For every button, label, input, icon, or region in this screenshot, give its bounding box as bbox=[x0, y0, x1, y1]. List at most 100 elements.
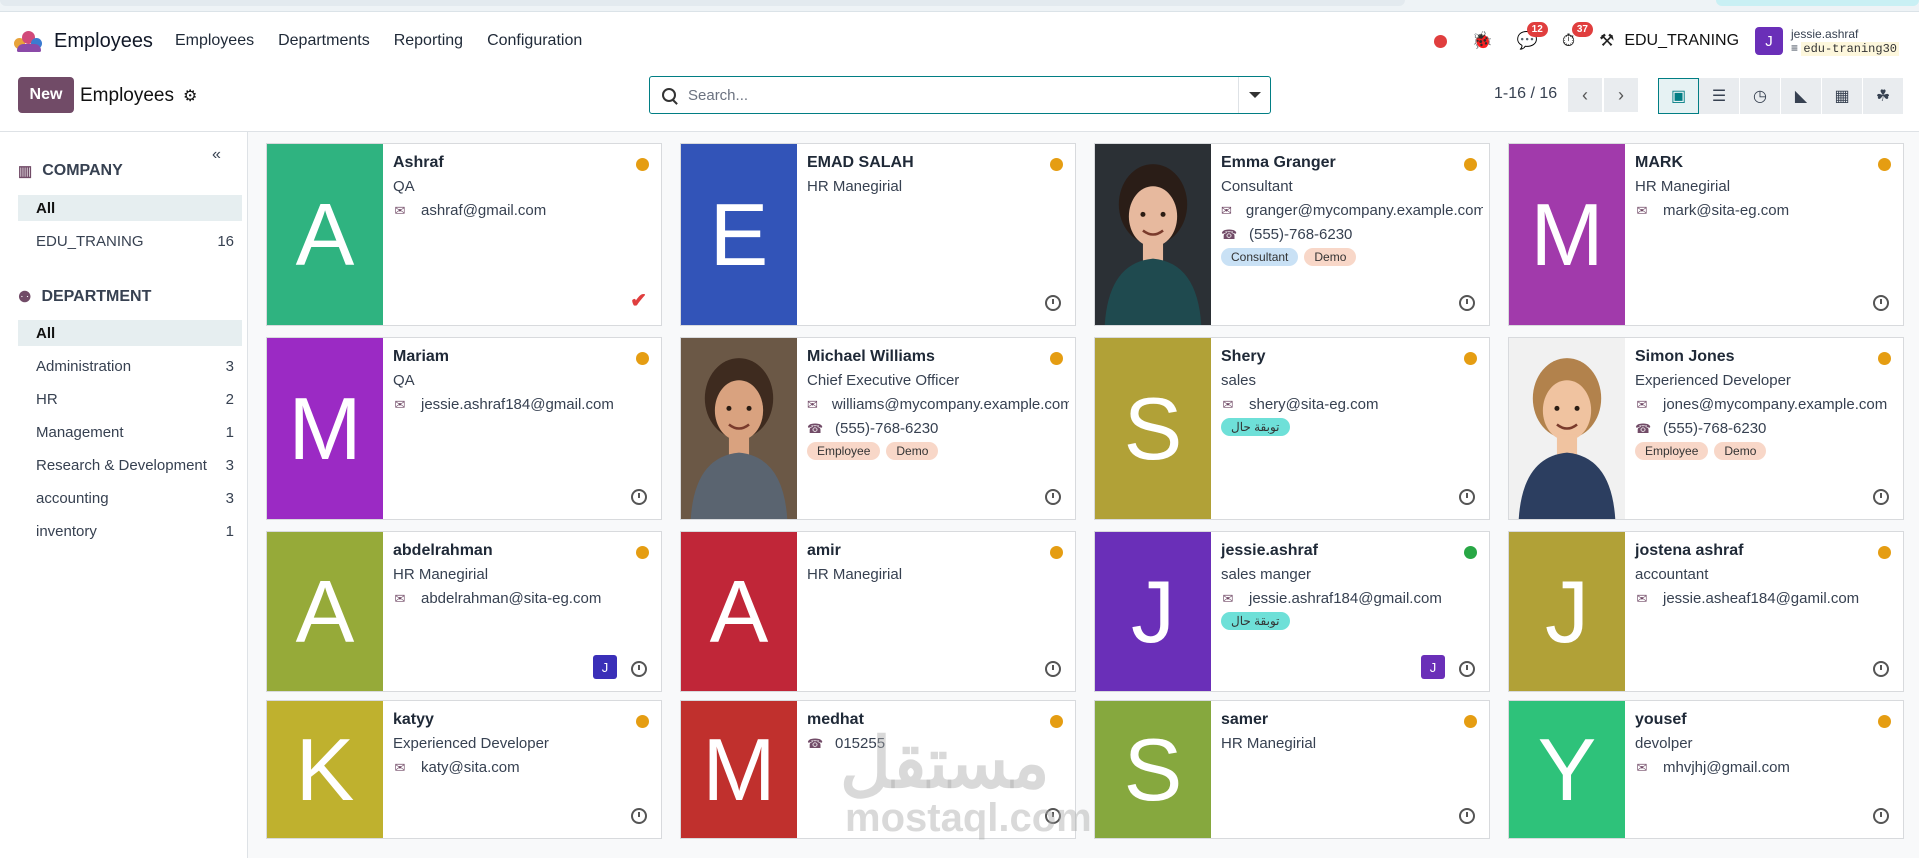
app-brand[interactable]: Employees bbox=[14, 30, 153, 53]
search-input[interactable]: Search... bbox=[688, 87, 748, 104]
employee-card[interactable]: S Shery sales ✉ shery@sita-eg.com توبقة حال bbox=[1094, 337, 1490, 520]
employee-card[interactable]: M MARK HR Manegirial ✉ mark@sita-eg.com bbox=[1508, 143, 1904, 326]
activity-clock-icon[interactable] bbox=[1873, 808, 1889, 824]
company-header: ▥ COMPANY bbox=[18, 162, 123, 180]
activity-clock-icon[interactable] bbox=[1045, 661, 1061, 677]
employee-card[interactable]: A Ashraf QA ✉ ashraf@gmail.com ✔ bbox=[266, 143, 662, 326]
employee-name: jessie.ashraf bbox=[1221, 542, 1318, 559]
employee-tag[interactable]: Employee bbox=[807, 442, 881, 460]
employee-avatar: M bbox=[1509, 144, 1625, 325]
envelope-icon: ✉ bbox=[394, 202, 406, 218]
employee-tag[interactable]: Demo bbox=[886, 442, 939, 460]
department-filter-item[interactable]: Administration 3 bbox=[18, 353, 242, 379]
activity-clock-icon[interactable] bbox=[1873, 295, 1889, 311]
search-panel: « ▥ COMPANY All EDU_TRANING 16 ⚉ DEPARTMEN… bbox=[0, 132, 248, 858]
employee-job: Chief Executive Officer bbox=[807, 372, 960, 389]
department-filter-item[interactable]: HR 2 bbox=[18, 386, 242, 412]
check-icon: ✔ bbox=[630, 290, 647, 312]
department-filter-item[interactable]: All bbox=[18, 320, 242, 346]
pager-previous-button[interactable]: ‹ bbox=[1568, 78, 1602, 112]
employee-card[interactable]: Jjessie.ashraf sales manger ✉ jessie.ashraf… bbox=[1094, 531, 1490, 692]
employee-tag[interactable]: Employee bbox=[1635, 442, 1709, 460]
employee-photo bbox=[1095, 144, 1211, 325]
gear-icon[interactable]: ⚙ bbox=[183, 86, 197, 106]
envelope-icon: ✉ bbox=[1636, 396, 1648, 412]
avatar-initial: A bbox=[295, 184, 355, 284]
employee-tag[interactable]: Consultant bbox=[1221, 248, 1299, 266]
bug-icon[interactable]: 🐞 bbox=[1471, 31, 1492, 51]
pager-value[interactable]: 1-16 / 16 bbox=[1494, 85, 1557, 103]
company-filter-item[interactable]: EDU_TRANING 16 bbox=[18, 228, 242, 254]
phone-icon: ☎ bbox=[807, 735, 824, 751]
activity-clock-icon[interactable] bbox=[1459, 808, 1475, 824]
employee-card[interactable]: Yyousef devolper ✉ mhvjhj@gmail.com bbox=[1508, 700, 1904, 839]
menu-configuration[interactable]: Configuration bbox=[487, 32, 582, 50]
employee-tag[interactable]: Demo bbox=[1304, 248, 1357, 266]
employee-card[interactable]: Jjostena ashraf accountant ✉ jessie.asheaf1… bbox=[1508, 531, 1904, 692]
department-filter-label: HR bbox=[36, 390, 58, 408]
menu-reporting[interactable]: Reporting bbox=[394, 32, 463, 50]
search-options-toggle[interactable] bbox=[1238, 77, 1270, 113]
employee-email-line: ✉ ashraf@gmail.com bbox=[393, 202, 655, 219]
activity-button[interactable]: ⏱ 37 bbox=[1562, 22, 1593, 51]
menu-employees[interactable]: Employees bbox=[175, 32, 254, 50]
employee-tag[interactable]: توبقة حال bbox=[1221, 612, 1290, 630]
employee-card[interactable]: Aamir HR Manegirial bbox=[680, 531, 1076, 692]
envelope-icon: ✉ bbox=[394, 396, 406, 412]
employee-card[interactable]: Michael Williams Chief Executive Officer ✉… bbox=[680, 337, 1076, 520]
chat-badge: 12 bbox=[1526, 22, 1548, 37]
employee-job: Consultant bbox=[1221, 178, 1293, 195]
activity-clock-icon[interactable] bbox=[1459, 295, 1475, 311]
employee-card[interactable]: E EMAD SALAH HR Manegirial bbox=[680, 143, 1076, 326]
employee-phone-line: ☎ (555)-768-6230 bbox=[1221, 226, 1483, 243]
pivot-view-button[interactable]: ▦ bbox=[1822, 78, 1863, 114]
employee-job: accountant bbox=[1635, 566, 1709, 583]
employee-tag[interactable]: توبقة حال bbox=[1221, 418, 1290, 436]
employee-name: katyy bbox=[393, 711, 434, 728]
activity-clock-icon[interactable] bbox=[1045, 295, 1061, 311]
employee-tag[interactable]: Demo bbox=[1714, 442, 1767, 460]
collapse-sidebar-icon[interactable]: « bbox=[212, 146, 221, 164]
employee-card[interactable]: Ssamer HR Manegirial bbox=[1094, 700, 1490, 839]
avatar-initial: M bbox=[702, 719, 776, 819]
search-bar[interactable]: Search... bbox=[649, 76, 1271, 114]
graph-view-button[interactable]: ◣ bbox=[1781, 78, 1822, 114]
activity-view-button[interactable]: ◷ bbox=[1740, 78, 1781, 114]
activity-clock-icon[interactable] bbox=[631, 489, 647, 505]
pager-next-button[interactable]: › bbox=[1604, 78, 1638, 112]
activity-clock-icon[interactable] bbox=[1873, 661, 1889, 677]
department-filter-item[interactable]: Management 1 bbox=[18, 419, 242, 445]
department-filter-item[interactable]: Research & Development 3 bbox=[18, 452, 242, 478]
activity-clock-icon[interactable] bbox=[631, 661, 647, 677]
activity-clock-icon[interactable] bbox=[1873, 489, 1889, 505]
department-filter-count: 3 bbox=[225, 489, 234, 507]
new-button[interactable]: New bbox=[18, 77, 74, 113]
department-filter-item[interactable]: inventory 1 bbox=[18, 518, 242, 544]
user-menu[interactable]: jessie.ashraf ≡ edu-traning30 bbox=[1791, 27, 1899, 56]
envelope-icon: ✉ bbox=[1636, 202, 1648, 218]
employee-job: sales manger bbox=[1221, 566, 1312, 583]
employee-card[interactable]: Emma Granger Consultant ✉ granger@mycompany… bbox=[1094, 143, 1490, 326]
employee-email: williams@mycompany.example.com bbox=[831, 396, 1069, 413]
list-view-button[interactable]: ☰ bbox=[1699, 78, 1740, 114]
employee-card[interactable]: M Mariam QA ✉ jessie.ashraf184@gmail.com bbox=[266, 337, 662, 520]
chat-button[interactable]: 💬 12 bbox=[1517, 22, 1548, 51]
employee-name: Simon Jones bbox=[1635, 348, 1735, 365]
activity-clock-icon[interactable] bbox=[631, 808, 647, 824]
activity-clock-icon[interactable] bbox=[1045, 489, 1061, 505]
employee-email: abdelrahman@sita-eg.com bbox=[421, 590, 602, 607]
company-switcher[interactable]: EDU_TRANING bbox=[1624, 32, 1739, 50]
employee-card[interactable]: Kkatyy Experienced Developer ✉ katy@sita.co… bbox=[266, 700, 662, 839]
recording-indicator[interactable] bbox=[1434, 34, 1448, 48]
activity-clock-icon[interactable] bbox=[1459, 661, 1475, 677]
employee-card[interactable]: Simon Jones Experienced Developer ✉ jones@m… bbox=[1508, 337, 1904, 520]
department-filter-item[interactable]: accounting 3 bbox=[18, 485, 242, 511]
company-filter-item[interactable]: All bbox=[18, 195, 242, 221]
tools-icon[interactable]: ⚒ bbox=[1599, 31, 1614, 51]
activity-clock-icon[interactable] bbox=[1459, 489, 1475, 505]
employee-card[interactable]: Aabdelrahman HR Manegirial ✉ abdelrahman@si… bbox=[266, 531, 662, 692]
menu-departments[interactable]: Departments bbox=[278, 32, 370, 50]
user-avatar[interactable]: J bbox=[1755, 27, 1784, 55]
kanban-view-button[interactable]: ▣ bbox=[1658, 78, 1699, 114]
hierarchy-view-button[interactable]: ☘ bbox=[1863, 78, 1904, 114]
